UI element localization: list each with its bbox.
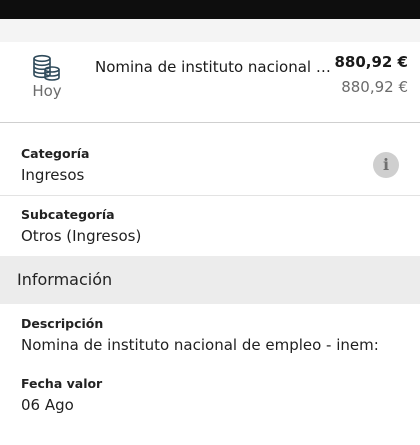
subcategory-field[interactable]: Subcategoría Otros (Ingresos)	[0, 196, 420, 256]
status-bar	[0, 0, 420, 19]
subcategory-value: Otros (Ingresos)	[21, 227, 142, 245]
information-section-title: Información	[17, 270, 113, 289]
description-field: Descripción Nomina de instituto nacional…	[0, 304, 420, 364]
value-date-field: Fecha valor 06 Ago	[0, 364, 420, 445]
information-section-header: Información	[0, 256, 420, 304]
subcategory-label: Subcategoría	[21, 207, 115, 222]
value-date-label: Fecha valor	[21, 376, 103, 391]
coins-stack-icon	[33, 54, 60, 81]
description-label: Descripción	[21, 316, 104, 331]
value-date-value: 06 Ago	[21, 396, 74, 414]
transaction-header: Hoy Nomina de instituto nacional de... 8…	[0, 42, 420, 123]
top-spacer	[0, 19, 420, 42]
transaction-date: Hoy	[32, 82, 62, 100]
transaction-title: Nomina de instituto nacional de...	[95, 58, 331, 76]
transaction-amount: 880,92 €	[334, 53, 408, 71]
category-label: Categoría	[21, 146, 90, 161]
info-icon[interactable]: i	[373, 152, 399, 178]
category-value: Ingresos	[21, 166, 85, 184]
category-field[interactable]: Categoría Ingresos	[0, 123, 420, 195]
transaction-amount-secondary: 880,92 €	[341, 78, 408, 96]
description-value: Nomina de instituto nacional de empleo -…	[21, 336, 379, 354]
